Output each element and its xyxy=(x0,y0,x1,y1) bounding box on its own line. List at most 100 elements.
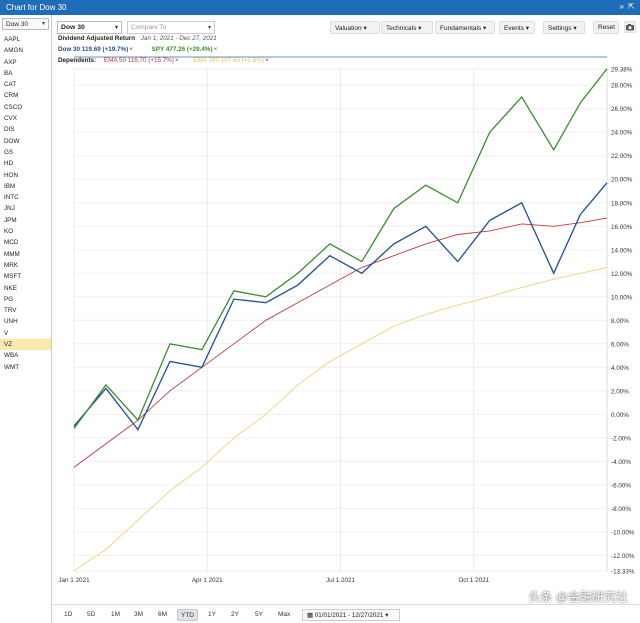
sidebar-item-jnj[interactable]: JNJ xyxy=(0,203,51,214)
range-3m[interactable]: 3M xyxy=(131,609,146,621)
chevron-down-icon: ▾ xyxy=(573,25,577,32)
sidebar-item-trv[interactable]: TRV xyxy=(0,305,51,316)
chevron-down-icon: ▾ xyxy=(483,25,487,32)
y-tick-label: 0.00% xyxy=(611,412,629,419)
legend-spy: SPY 477.26 (+29.4%) xyxy=(151,46,213,53)
x-tick-label: Jan 1 2021 xyxy=(58,577,90,584)
watermark: 头条 @金融研究社 xyxy=(528,590,628,604)
range-1y[interactable]: 1Y xyxy=(205,609,219,621)
fundamentals-button[interactable]: Fundamentals ▾ xyxy=(435,21,495,34)
sidebar-item-dow[interactable]: DOW xyxy=(0,136,51,147)
sidebar-item-ba[interactable]: BA xyxy=(0,68,51,79)
chart-plot[interactable]: 29.38% 28.00% 26.00% 24.00% 22.00% 20.00% 18.0… xyxy=(53,39,640,604)
symbol-select[interactable]: Dow 30 ▾ xyxy=(57,21,122,34)
range-ytd[interactable]: YTD xyxy=(177,609,198,621)
events-button[interactable]: Events ▾ xyxy=(499,21,535,34)
range-2y[interactable]: 2Y xyxy=(228,609,242,621)
chevron-down-icon: ▾ xyxy=(418,25,422,32)
y-tick-label: -10.00% xyxy=(611,529,635,536)
sidebar-item-ko[interactable]: KO xyxy=(0,226,51,237)
range-1m[interactable]: 1M xyxy=(108,609,123,621)
range-max[interactable]: Max xyxy=(275,609,293,621)
sidebar-item-hon[interactable]: HON xyxy=(0,170,51,181)
fundamentals-label: Fundamentals xyxy=(440,25,482,32)
remove-series-icon[interactable]: × xyxy=(265,57,269,64)
series-legend: Dow 30 119.69 (+19.7%)× SPY 477.26 (+29.… xyxy=(58,46,222,53)
sidebar-item-wmt[interactable]: WMT xyxy=(0,362,51,373)
camera-icon[interactable] xyxy=(624,21,636,33)
index-select[interactable]: Dow 30 ▾ xyxy=(2,18,49,30)
sidebar-item-crm[interactable]: CRM xyxy=(0,90,51,101)
chart-period: Jan 1, 2021 - Dec 27, 2021 xyxy=(140,35,217,42)
chart-subtitle: Dividend Adjusted Return xyxy=(58,35,136,42)
sidebar-item-mrk[interactable]: MRK xyxy=(0,260,51,271)
sidebar-item-mmm[interactable]: MMM xyxy=(0,249,51,260)
sidebar-item-axp[interactable]: AXP xyxy=(0,57,51,68)
range-5d[interactable]: 5D xyxy=(84,609,98,621)
reset-button[interactable]: Reset xyxy=(593,21,619,34)
settings-label: Settings xyxy=(548,25,572,32)
range-5y[interactable]: 5Y xyxy=(252,609,266,621)
remove-series-icon[interactable]: × xyxy=(175,57,179,64)
events-label: Events xyxy=(504,25,524,32)
y-tick-label: 4.00% xyxy=(611,365,629,372)
sidebar-item-jpm[interactable]: JPM xyxy=(0,215,51,226)
sidebar-item-nke[interactable]: NKE xyxy=(0,283,51,294)
chevron-down-icon: ▾ xyxy=(525,25,529,32)
valuation-button[interactable]: Valuation ▾ xyxy=(330,21,380,34)
sidebar-item-ibm[interactable]: IBM xyxy=(0,181,51,192)
range-bar: 1D 5D 1M 3M 6M YTD 1Y 2Y 5Y Max ▦ 01/01/2021 - 12… xyxy=(53,604,640,623)
valuation-label: Valuation xyxy=(335,25,362,32)
sidebar-item-cvx[interactable]: CVX xyxy=(0,113,51,124)
sidebar-item-wba[interactable]: WBA xyxy=(0,350,51,361)
range-1d[interactable]: 1D xyxy=(61,609,75,621)
sidebar-item-unh[interactable]: UNH xyxy=(0,316,51,327)
x-tick-label: Jul 1 2021 xyxy=(326,577,356,584)
x-tick-label: Apr 1 2021 xyxy=(192,577,223,584)
symbol-list: AAPL AMGN AXP BA CAT CRM CSCO CVX DIS DOW GS HD HON I… xyxy=(0,34,51,373)
remove-series-icon[interactable]: × xyxy=(129,46,133,53)
sidebar-item-mcd[interactable]: MCD xyxy=(0,237,51,248)
sidebar-item-amgn[interactable]: AMGN xyxy=(0,45,51,56)
sidebar-item-gs[interactable]: GS xyxy=(0,147,51,158)
collapse-icon[interactable]: » xyxy=(620,2,624,11)
y-tick-label: 29.38% xyxy=(611,67,633,74)
popout-icon[interactable]: ⇱ xyxy=(628,2,635,11)
y-tick-label: 2.00% xyxy=(611,388,629,395)
y-tick-label: -6.00% xyxy=(611,482,631,489)
x-tick-label: Oct 1 2021 xyxy=(458,577,489,584)
sidebar-item-hd[interactable]: HD xyxy=(0,158,51,169)
index-select-value: Dow 30 xyxy=(6,21,29,28)
sidebar-item-pg[interactable]: PG xyxy=(0,294,51,305)
range-6m[interactable]: 6M xyxy=(155,609,170,621)
y-tick-label: -4.00% xyxy=(611,459,631,466)
y-tick-label: 14.00% xyxy=(611,247,633,254)
sidebar-item-aapl[interactable]: AAPL xyxy=(0,34,51,45)
y-tick-label: 6.00% xyxy=(611,341,629,348)
technicals-label: Technicals xyxy=(386,25,417,32)
chevron-down-icon: ▾ xyxy=(207,25,211,31)
legend-ema50: EMA 50 116.70 (+15.7%) xyxy=(103,57,174,64)
compare-input[interactable]: Compare To ▾ xyxy=(127,21,215,34)
chevron-down-icon: ▾ xyxy=(114,25,118,31)
sidebar-item-dis[interactable]: DIS xyxy=(0,124,51,135)
chart-area: 29.38% 28.00% 26.00% 24.00% 22.00% 20.00% 18.0… xyxy=(53,35,640,604)
sidebar-item-vz[interactable]: VZ xyxy=(0,339,51,351)
y-tick-label: -13.33% xyxy=(611,569,635,576)
y-tick-label: -8.00% xyxy=(611,506,631,513)
y-tick-label: 12.00% xyxy=(611,271,633,278)
settings-button[interactable]: Settings ▾ xyxy=(543,21,585,34)
date-range-value: 01/01/2021 - 12/27/2021 xyxy=(314,612,384,619)
sidebar-item-v[interactable]: V xyxy=(0,328,51,339)
sidebar-item-intc[interactable]: INTC xyxy=(0,192,51,203)
remove-series-icon[interactable]: × xyxy=(214,46,218,53)
sidebar-item-csco[interactable]: CSCO xyxy=(0,102,51,113)
y-tick-label: 10.00% xyxy=(611,294,633,301)
sidebar-item-msft[interactable]: MSFT xyxy=(0,271,51,282)
symbol-value: Dow 30 xyxy=(61,24,85,31)
technicals-button[interactable]: Technicals ▾ xyxy=(381,21,433,34)
y-tick-label: -12.00% xyxy=(611,553,635,560)
dependents-legend: Dependents: EMA 50 116.70 (+15.7%)× EMA … xyxy=(58,57,274,64)
sidebar-item-cat[interactable]: CAT xyxy=(0,79,51,90)
date-range-picker[interactable]: ▦ 01/01/2021 - 12/27/2021 ▾ xyxy=(302,609,400,621)
